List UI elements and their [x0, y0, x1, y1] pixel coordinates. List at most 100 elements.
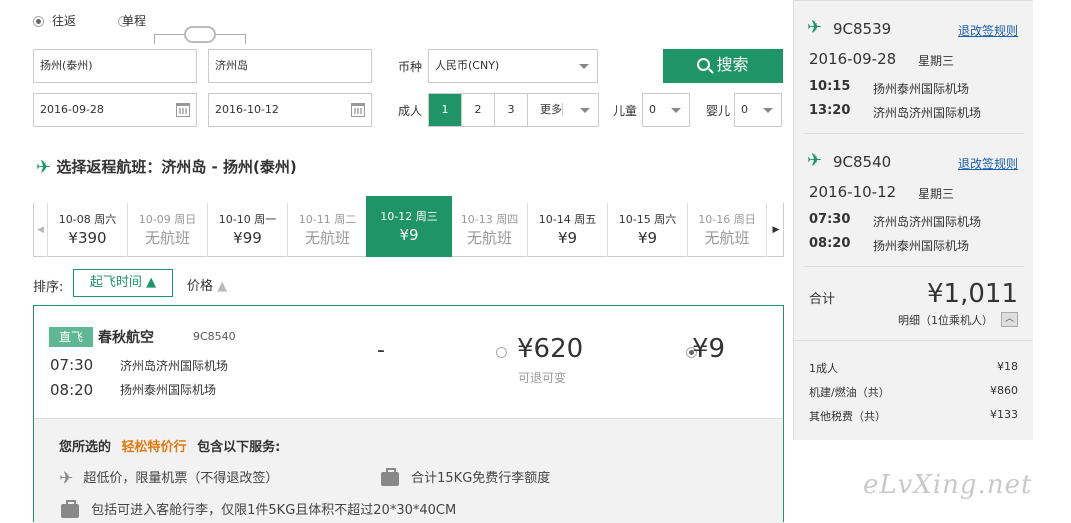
leg-dep-airport: 济州岛济州国际机场	[873, 215, 982, 229]
date-tab[interactable]: 10-13 周四 无航班	[452, 203, 528, 257]
date-tab-price: 无航班	[304, 229, 350, 247]
children-label: 儿童	[613, 104, 638, 118]
sort-by-price-label: 价格	[187, 279, 214, 294]
price-detail-label: 明细（1位乘机人）	[898, 314, 993, 327]
chevron-down-icon	[579, 64, 589, 69]
sort-by-price-button[interactable]: 价格 ▲	[187, 275, 227, 294]
date-tab[interactable]: 10-15 周六 ¥9	[608, 203, 688, 257]
children-select[interactable]: 0	[642, 93, 690, 127]
fare-class-name: 轻松特价行	[121, 440, 187, 455]
date-tab-price: ¥390	[68, 229, 107, 247]
search-icon	[697, 58, 711, 71]
date-tab-price: 无航班	[704, 229, 750, 247]
section-title: ✈ 选择返程航班：济州岛 - 扬州(泰州)	[36, 156, 297, 178]
fare-standard-radio[interactable]	[496, 347, 507, 358]
round-trip-label: 往返	[52, 14, 77, 28]
service-intro-prefix: 您所选的	[59, 440, 112, 455]
service-panel: 您所选的 轻松特价行 包含以下服务: ✈ 超低价，限量机票（不得退改签） 合计1…	[34, 418, 783, 523]
service-item-text: 超低价，限量机票（不得退改签）	[83, 471, 279, 486]
currency-label: 币种	[398, 60, 423, 74]
date-tab-price: 无航班	[466, 229, 512, 247]
date-tab-price: ¥9	[557, 229, 578, 247]
one-way-label: 单程	[122, 14, 147, 28]
leg-flight-number: 9C8540	[833, 153, 892, 171]
breakdown-label: 机建/燃油（共）	[809, 386, 890, 399]
children-value: 0	[649, 103, 656, 116]
change-rules-link[interactable]: 退改签规则	[958, 155, 1018, 172]
breakdown-value: ¥18	[997, 360, 1018, 373]
date-tab-bar: ◀ 10-08 周六 ¥390 10-09 周日 无航班 10-10 周一 ¥99 1…	[33, 196, 784, 257]
currency-select[interactable]: 人民币(CNY)	[428, 49, 598, 83]
leg-dep-time: 10:15	[809, 79, 851, 94]
adults-more-dropdown[interactable]: 更多	[528, 94, 598, 126]
arrow-up-icon: ▲	[146, 275, 157, 290]
sort-by-time-label: 起飞时间	[89, 275, 142, 290]
direct-flight-badge: 直飞	[49, 327, 93, 347]
collapse-detail-icon[interactable]: ︿	[1001, 312, 1018, 327]
chevron-down-icon	[763, 108, 773, 113]
no-fare-dash: -	[377, 338, 385, 363]
date-tab[interactable]: 10-10 周一 ¥99	[208, 203, 288, 257]
date-tab[interactable]: 10-14 周五 ¥9	[528, 203, 608, 257]
leg-weekday: 星期三	[918, 187, 955, 201]
arrival-airport: 扬州泰州国际机场	[120, 383, 217, 397]
adults-label: 成人	[398, 104, 423, 118]
sort-by-time-button[interactable]: 起飞时间 ▲	[73, 269, 173, 297]
next-week-arrow-icon[interactable]: ▶	[769, 203, 783, 257]
date-tab-date: 10-12 周三	[380, 210, 438, 223]
depart-date-input[interactable]: 2016-09-28	[33, 93, 197, 127]
luggage-icon	[381, 467, 399, 486]
adults-more-label: 更多	[540, 103, 563, 116]
flight-number: 9C8540	[193, 330, 236, 343]
date-tab-date: 10-10 周一	[218, 213, 277, 226]
breakdown-label: 1成人	[809, 362, 838, 375]
service-item: 包括可进入客舱行李，仅限1件5KG且体积不超过20*30*40CM	[61, 499, 456, 518]
swap-cities-icon[interactable]	[154, 26, 246, 46]
fare-standard-price: ¥620	[517, 334, 584, 364]
leg-arr-airport: 扬州泰州国际机场	[873, 239, 970, 253]
date-tab-date: 10-11 周二	[298, 213, 357, 226]
prev-week-arrow-icon[interactable]: ◀	[34, 203, 48, 257]
leg-arr-time: 13:20	[809, 103, 851, 118]
leg-weekday: 星期三	[918, 54, 955, 68]
airplane-icon: ✈	[36, 157, 52, 178]
adults-option-1[interactable]: 1	[429, 94, 462, 126]
date-tab[interactable]: 10-11 周二无航班	[288, 203, 368, 257]
date-tab[interactable]: 10-16 周日 无航班	[688, 203, 767, 257]
depart-date-value: 2016-09-28	[40, 103, 104, 116]
date-tab[interactable]: 10-09 周日 无航班	[128, 203, 208, 257]
flight-card: 直飞 春秋航空 9C8540 07:30 济州岛济州国际机场 08:20 扬州泰…	[33, 305, 784, 523]
currency-value: 人民币(CNY)	[435, 59, 500, 72]
departure-airport: 济州岛济州国际机场	[120, 359, 229, 373]
date-tab-selected[interactable]: 10-12 周三 ¥9	[366, 196, 452, 257]
airline-name: 春秋航空	[98, 330, 154, 346]
booking-summary: ✈ 9C8539 退改签规则 2016-09-28 星期三 10:15 扬州泰州…	[793, 0, 1033, 440]
site-watermark: eLvXing.net	[863, 470, 1033, 500]
adults-option-3[interactable]: 3	[495, 94, 528, 126]
calendar-icon[interactable]	[351, 103, 365, 117]
date-tab-date: 10-14 周五	[538, 213, 597, 226]
leg-arr-time: 08:20	[809, 236, 851, 251]
infants-select[interactable]: 0	[734, 93, 782, 127]
departure-time: 07:30	[50, 356, 94, 374]
calendar-icon[interactable]	[176, 103, 190, 117]
no-change-plane-icon: ✈	[59, 468, 74, 489]
infants-value: 0	[741, 103, 748, 116]
from-city-input[interactable]: 扬州(泰州)	[33, 49, 197, 83]
date-tab-price: ¥9	[637, 229, 658, 247]
to-city-input[interactable]: 济州岛	[208, 49, 372, 83]
round-trip-radio[interactable]	[33, 16, 44, 27]
total-price: ¥1,011	[927, 279, 1018, 309]
sort-label: 排序:	[33, 280, 64, 295]
service-item: ✈ 超低价，限量机票（不得退改签）	[59, 467, 278, 489]
date-tab-price: 无航班	[144, 229, 190, 247]
adults-option-2[interactable]: 2	[462, 94, 495, 126]
fare-standard-note: 可退可变	[518, 371, 567, 385]
breakdown-value: ¥133	[990, 408, 1018, 421]
change-rules-link[interactable]: 退改签规则	[958, 22, 1018, 39]
return-date-input[interactable]: 2016-10-12	[208, 93, 372, 127]
date-tab[interactable]: 10-08 周六 ¥390	[48, 203, 128, 257]
search-button[interactable]: 搜索	[663, 49, 783, 83]
service-intro: 您所选的 轻松特价行 包含以下服务:	[59, 436, 280, 455]
leg-dep-airport: 扬州泰州国际机场	[873, 82, 970, 96]
